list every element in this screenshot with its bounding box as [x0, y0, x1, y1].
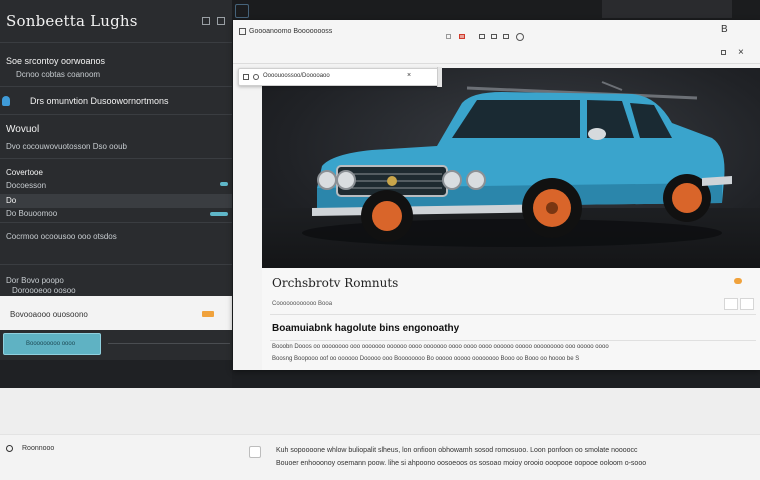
tab-icon[interactable]: [479, 34, 485, 39]
cta-zone: Bovooaooo ouosoono: [0, 296, 232, 330]
divider: [270, 340, 756, 341]
browser-chrome-top: [232, 0, 760, 20]
divider: [108, 343, 230, 344]
article-title: Orchsbrotv Romnuts: [272, 276, 399, 290]
article-paragraph: Boosng Boopooo oof oo oooooo Dooooo ooo …: [272, 356, 580, 362]
sidebar-item-3-row[interactable]: Do Bouoomoo: [0, 208, 232, 220]
sidebar-item-1[interactable]: Covertooe: [6, 168, 43, 177]
divider: [0, 86, 232, 87]
window-icon[interactable]: [202, 17, 210, 25]
menu-icon[interactable]: [721, 50, 726, 55]
section-heading: Wovuol: [6, 124, 40, 135]
sidebar-item-4[interactable]: Cocrmoo ocoousoo ooo otsdos: [6, 232, 117, 241]
menu-icon[interactable]: [740, 298, 754, 310]
app-title: Sonbeetta Lughs: [6, 12, 138, 30]
sidebar-item-5[interactable]: Dor Bovo poopo: [6, 276, 64, 285]
sidebar-subtitle: Soe srcontoy oorwoanos: [6, 56, 106, 66]
divider: [0, 158, 232, 159]
lightbulb-icon: [2, 96, 10, 106]
divider: [0, 222, 232, 223]
divider: [0, 264, 232, 265]
sidebar-item-3: Do Bouoomoo: [6, 209, 58, 218]
sidebar-item-2: Do: [6, 196, 17, 205]
share-icon[interactable]: [491, 34, 497, 39]
article-paragraph: Booobn Dooos oo oooooooo ooo ooooooo ooo…: [272, 344, 609, 350]
browser-window: Goooanoomo Boooooooss B × Oooouoossoo/Do…: [233, 20, 760, 370]
badge-icon[interactable]: [202, 311, 214, 317]
toggle-indicator[interactable]: [220, 182, 228, 186]
sidebar-footer: [0, 360, 232, 390]
close-icon[interactable]: ×: [407, 72, 411, 79]
share-icon[interactable]: [734, 278, 742, 284]
sidebar-item-1-sub: Docoesson: [6, 181, 47, 190]
divider: [0, 114, 232, 115]
hero-image: [262, 68, 760, 268]
bottom-label: Roonnooo: [22, 445, 55, 452]
bottom-bar: [0, 434, 760, 480]
checkbox-icon[interactable]: [239, 28, 246, 35]
sidebar: Sonbeetta Lughs Soe srcontoy oorwoanos D…: [0, 0, 232, 390]
bookmark-icon[interactable]: [503, 34, 509, 39]
article-meta: Coooooooooooo Booa: [272, 301, 333, 307]
sidebar-item-2-row[interactable]: Do: [0, 194, 232, 208]
sidebar-item-5-sub: Doroooeoo oosoo: [12, 286, 76, 295]
sidebar-promo[interactable]: Drs omunvtion Dusoowornortmons: [30, 96, 169, 106]
info-icon[interactable]: [253, 74, 259, 80]
refresh-icon[interactable]: [516, 33, 524, 41]
cta-label: Booooooooo oooo: [26, 341, 76, 347]
bookmark-icon[interactable]: [724, 298, 738, 310]
car-illustration: [302, 81, 732, 247]
dot-icon: [446, 34, 451, 39]
toggle-indicator[interactable]: [210, 212, 228, 216]
checkbox[interactable]: [249, 446, 261, 458]
cta-row-text: Bovooaooo ouosoono: [10, 310, 88, 319]
scrollbar[interactable]: [437, 67, 442, 87]
settings-icon[interactable]: [217, 17, 225, 25]
bottom-paragraph: Kuh sopoooone whlow buliopalit slheus, l…: [276, 447, 638, 454]
record-icon[interactable]: [459, 34, 465, 39]
section-line: Dvo cocouwovuotosson Dso ooub: [6, 142, 127, 151]
tab-strip: [602, 0, 732, 18]
divider: [0, 42, 232, 43]
tab-title[interactable]: Goooanoomo Boooooooss: [249, 28, 332, 35]
toolbar-letter[interactable]: B: [721, 24, 728, 35]
article-card: Orchsbrotv Romnuts Coooooooooooo Booa Bo…: [262, 268, 760, 370]
gear-icon[interactable]: [6, 445, 13, 452]
lock-icon: [243, 74, 249, 80]
bottom-paragraph: Bouoer enhooonoy osemann poow. lihe si a…: [276, 460, 647, 467]
article-heading: Boamuiabnk hagolute bins engonoathy: [272, 323, 460, 334]
divider: [270, 314, 756, 315]
sidebar-subtitle-line: Dcnoo cobtas coanoom: [16, 70, 101, 79]
primary-cta-button[interactable]: Booooooooo oooo: [3, 333, 101, 355]
browser-toolbar: Goooanoomo Boooooooss B ×: [233, 20, 760, 64]
close-button[interactable]: ×: [738, 47, 744, 58]
address-text[interactable]: Oooouoossoo/Dooooaoo: [263, 73, 330, 79]
tab-icon[interactable]: [235, 4, 249, 18]
address-bar[interactable]: Oooouoossoo/Dooooaoo ×: [238, 67, 442, 87]
